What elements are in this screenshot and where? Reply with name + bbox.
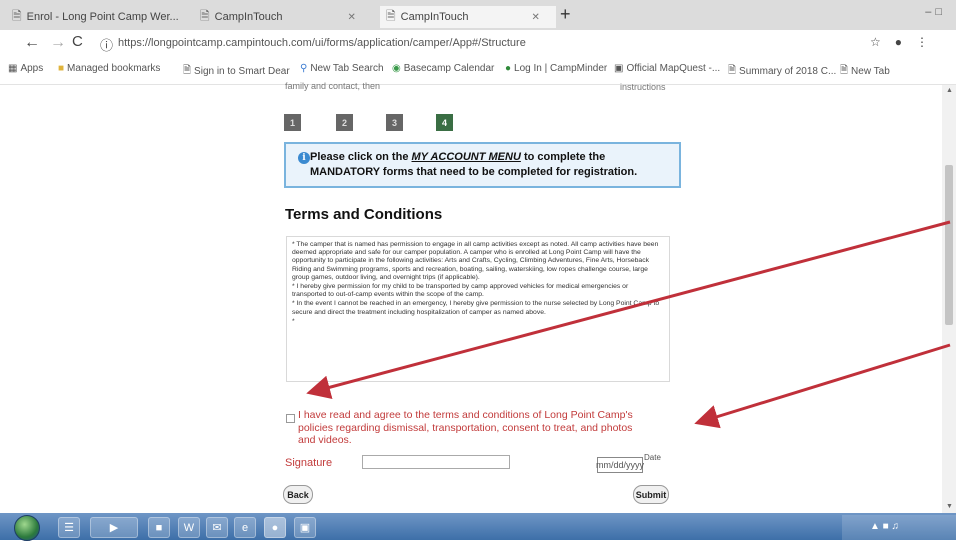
step-1[interactable]: 1 [284,114,301,131]
tab-label: Enrol - Long Point Camp Wer... [26,11,179,23]
bookmark-mapquest[interactable]: ▣ Official MapQuest -... [614,63,720,74]
doc-icon: 🗎 [840,65,849,76]
bookmark-summary[interactable]: 🗎 Summary of 2018 C... [728,63,836,80]
info-callout: i Please click on the MY ACCOUNT MENU to… [284,142,681,188]
tab-label: CampInTouch [400,11,469,23]
word-icon[interactable]: W [178,517,200,538]
chrome-icon[interactable]: ● [264,517,286,538]
agree-label: I have read and agree to the terms and c… [298,409,633,446]
step-3[interactable]: 3 [386,114,403,131]
folder-icon: ■ [58,63,65,74]
bookmark-basecamp[interactable]: ◉ Basecamp Calendar [392,63,494,74]
media-icon[interactable]: ▶ [90,517,138,538]
taskbar [0,513,956,540]
doc-icon: 🗎 [183,65,192,76]
folder-icon[interactable]: ■ [148,517,170,538]
new-tab-button[interactable]: + [560,4,571,25]
tab-campintouch-1[interactable]: 🗎 CampInTouch ✕ [200,6,380,28]
search-icon: ⚲ [300,63,308,74]
submit-button[interactable]: Submit [633,485,669,504]
date-hint: Date [644,453,661,462]
video-icon[interactable]: ▣ [294,517,316,538]
system-tray[interactable] [842,515,956,540]
apps-icon: ▦ [8,63,18,74]
agree-checkbox[interactable] [286,414,295,423]
terms-text-box[interactable]: * The camper that is named has permissio… [286,236,670,382]
scroll-down-icon[interactable]: ▼ [946,503,953,510]
terms-paragraph: * I hereby give permission for my child … [292,283,629,299]
calendar-icon: ◉ [392,63,401,74]
back-arrow-icon[interactable]: ← [24,34,40,52]
outlook-icon[interactable]: ✉ [206,517,228,538]
dot-icon: ● [505,63,512,74]
forward-arrow-icon[interactable]: → [50,34,66,52]
bookmark-new-tab-search[interactable]: ⚲ New Tab Search [300,63,384,74]
step-4[interactable]: 4 [436,114,453,131]
start-button[interactable] [14,515,40,541]
back-button[interactable]: Back [283,485,313,504]
browser-menu-icons[interactable]: ☆●⋮ [870,35,942,49]
info-text: Please click on the MY ACCOUNT MENU to c… [310,151,638,178]
ie-icon[interactable]: e [234,517,256,538]
doc-icon: 🗎 [386,8,396,23]
scrollbar-thumb[interactable] [945,165,953,325]
tab-label: CampInTouch [214,11,283,23]
signature-label: Signature [285,457,333,469]
map-icon: ▣ [614,63,624,74]
tab-enrol[interactable]: 🗎 Enrol - Long Point Camp Wer... ✕ [12,6,188,28]
top-note: instructions [620,82,666,92]
my-account-menu-link[interactable]: MY ACCOUNT MENU [412,151,521,163]
bookmark-managed[interactable]: ■ Managed bookmarks [58,63,160,74]
window-controls[interactable]: –□ [925,6,946,18]
doc-icon: 🗎 [12,8,22,23]
terms-paragraph: * In the event I cannot be reached in an… [292,300,660,316]
date-field[interactable]: mm/dd/yyyy [596,457,644,473]
site-info-icon[interactable]: ⓘ [100,35,113,54]
step-2[interactable]: 2 [336,114,353,131]
doc-icon: 🗎 [728,65,737,76]
tab-campintouch-2[interactable]: 🗎 CampInTouch ✕ [380,6,556,28]
scroll-up-icon[interactable]: ▲ [946,87,953,94]
tray-icons[interactable]: ▲ ■ ♫ [870,521,899,532]
doc-icon: 🗎 [200,8,210,23]
close-icon[interactable]: ✕ [348,12,356,23]
bookmark-apps[interactable]: ▦ Apps [8,63,43,74]
bookmark-new-tab[interactable]: 🗎 New Tab [840,63,890,80]
bookmark-sign-in[interactable]: 🗎 Sign in to Smart Dear [183,63,290,80]
close-icon[interactable]: ✕ [532,12,540,23]
reload-icon[interactable]: C [72,33,83,50]
terms-heading: Terms and Conditions [285,206,443,223]
url-field[interactable]: https://longpointcamp.campintouch.com/ui… [118,37,526,49]
info-icon: i [298,152,310,164]
terms-paragraph: * [292,317,295,325]
signature-input[interactable] [362,455,510,469]
bookmark-campminder[interactable]: ● Log In | CampMinder [505,63,607,74]
explorer-icon[interactable]: ☰ [58,517,80,538]
terms-paragraph: * The camper that is named has permissio… [292,241,659,281]
top-note: family and contact, then [285,81,381,91]
